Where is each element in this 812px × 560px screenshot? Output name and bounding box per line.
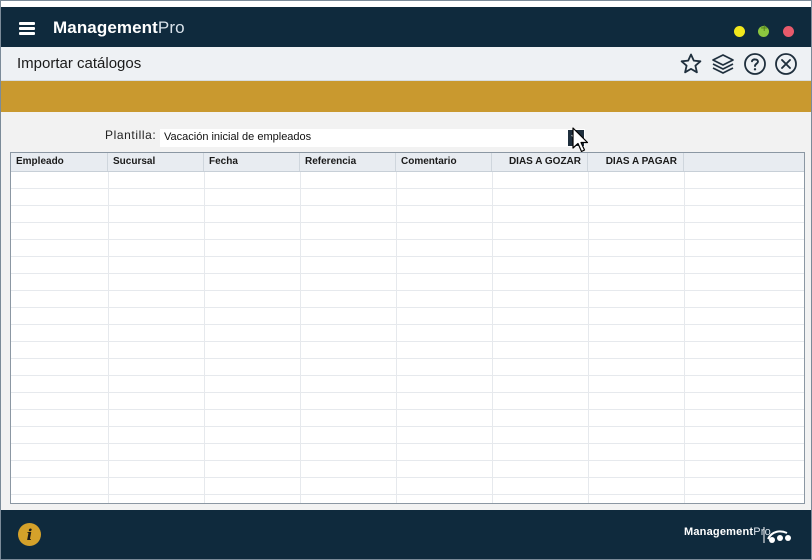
footer-logo: ManagementPro — [684, 526, 771, 538]
column-divider — [492, 172, 493, 503]
star-icon[interactable] — [679, 52, 703, 76]
table-row[interactable] — [11, 461, 804, 478]
table-row[interactable] — [11, 172, 804, 189]
table-row[interactable] — [11, 342, 804, 359]
hamburger-icon[interactable] — [19, 22, 35, 35]
app-window: ManagementPro Importar catálogos — [0, 0, 812, 560]
table-row[interactable] — [11, 427, 804, 444]
table-row[interactable] — [11, 444, 804, 461]
page-title: Importar catálogos — [17, 55, 142, 72]
data-grid[interactable]: Empleado Sucursal Fecha Referencia Comen… — [10, 152, 805, 504]
close-window-button[interactable] — [783, 26, 794, 37]
column-header-fecha[interactable]: Fecha — [204, 153, 300, 171]
table-row[interactable] — [11, 410, 804, 427]
title-bar: ManagementPro — [1, 7, 811, 47]
column-divider — [684, 172, 685, 503]
table-row[interactable] — [11, 240, 804, 257]
column-divider — [396, 172, 397, 503]
column-divider — [204, 172, 205, 503]
layers-icon[interactable] — [711, 52, 735, 76]
template-label: Plantilla: — [105, 128, 157, 142]
app-title-light: Pro — [157, 18, 185, 37]
grid-header: Empleado Sucursal Fecha Referencia Comen… — [11, 153, 804, 172]
column-divider — [108, 172, 109, 503]
table-row[interactable] — [11, 206, 804, 223]
column-header-comentario[interactable]: Comentario — [396, 153, 492, 171]
table-row[interactable] — [11, 223, 804, 240]
help-icon[interactable] — [743, 52, 767, 76]
content-area: Plantilla: Vacación inicial de empleados… — [1, 112, 811, 510]
page-header: Importar catálogos — [1, 47, 811, 81]
mouse-cursor-icon — [572, 127, 589, 153]
table-row[interactable] — [11, 308, 804, 325]
column-header-dias-a-gozar[interactable]: DIAS A GOZAR — [492, 153, 588, 171]
table-row[interactable] — [11, 325, 804, 342]
table-row[interactable] — [11, 376, 804, 393]
accent-band — [1, 81, 811, 112]
info-icon[interactable]: i — [18, 523, 41, 546]
app-title-bold: Management — [53, 18, 158, 37]
footer-bar: i ManagementPro — [1, 510, 811, 559]
column-header-empleado[interactable]: Empleado — [11, 153, 108, 171]
brand-mark-icon — [763, 527, 791, 543]
template-select[interactable]: Vacación inicial de empleados — [160, 129, 585, 147]
app-title: ManagementPro — [53, 17, 185, 39]
table-row[interactable] — [11, 393, 804, 410]
minimize-button[interactable] — [734, 26, 745, 37]
column-header-referencia[interactable]: Referencia — [300, 153, 396, 171]
table-row[interactable] — [11, 291, 804, 308]
column-header-dias-a-pagar[interactable]: DIAS A PAGAR — [588, 153, 684, 171]
table-row[interactable] — [11, 359, 804, 376]
table-row[interactable] — [11, 189, 804, 206]
grid-body — [11, 172, 804, 503]
table-row[interactable] — [11, 257, 804, 274]
close-circle-icon[interactable] — [774, 52, 798, 76]
column-divider — [588, 172, 589, 503]
column-divider — [300, 172, 301, 503]
footer-logo-bold: Management — [684, 526, 754, 538]
table-row[interactable] — [11, 274, 804, 291]
column-header-sucursal[interactable]: Sucursal — [108, 153, 204, 171]
maximize-button[interactable] — [758, 23, 769, 37]
table-row[interactable] — [11, 478, 804, 495]
template-select-value: Vacación inicial de empleados — [164, 131, 312, 143]
